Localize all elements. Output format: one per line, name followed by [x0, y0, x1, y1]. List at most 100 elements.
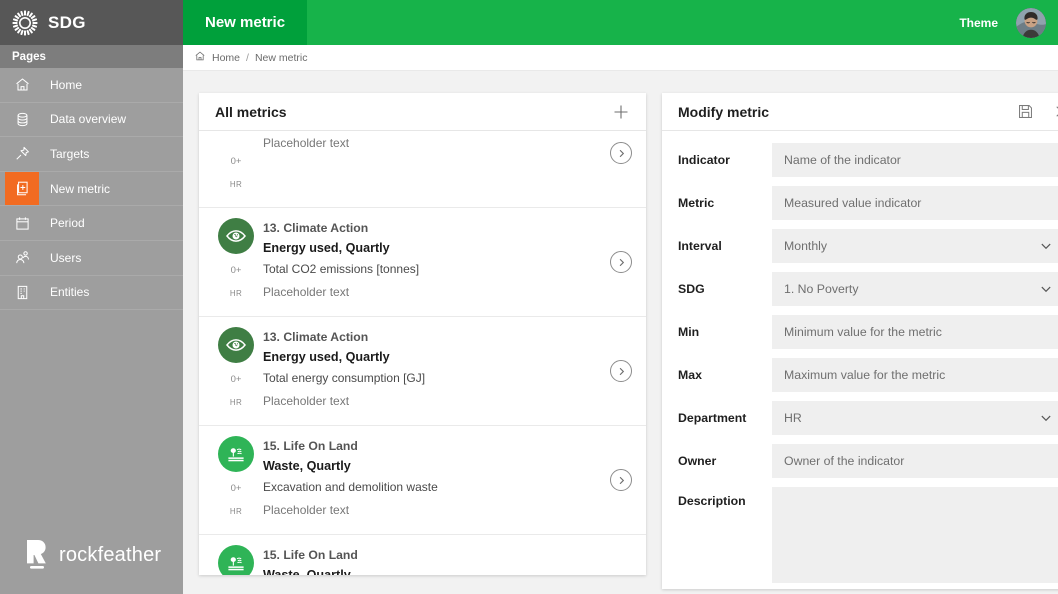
chevron-right-icon[interactable]: [610, 469, 632, 491]
all-metrics-panel: All metrics 0+ HR Placeholder text 0+ HR…: [199, 93, 646, 575]
metric-goal: 15. Life On Land: [263, 439, 358, 453]
metric-measure: Excavation and demolition waste: [263, 480, 438, 494]
interval-value: Monthly: [784, 239, 828, 253]
life-on-land-icon: [218, 436, 254, 472]
tab-new-metric[interactable]: New metric: [183, 0, 308, 45]
sidebar-item-data-overview[interactable]: Data overview: [0, 103, 183, 138]
sidebar-item-label: Entities: [50, 285, 90, 300]
indicator-field[interactable]: Name of the indicator: [772, 143, 1058, 177]
theme-button[interactable]: Theme: [959, 16, 998, 30]
database-icon: [5, 103, 39, 137]
life-on-land-icon: [218, 545, 254, 575]
brand-title: SDG: [48, 12, 86, 32]
metric-department-tag: HR: [229, 180, 243, 189]
sidebar-item-label: Data overview: [50, 112, 127, 127]
sidebar-item-home[interactable]: Home: [0, 68, 183, 103]
breadcrumb-current: New metric: [254, 51, 308, 64]
sdg-logo-icon: [12, 10, 38, 36]
sidebar-item-period[interactable]: Period: [0, 206, 183, 241]
metric-body: 15. Life On Land Waste, Quartly Excavati…: [259, 436, 610, 522]
metric-card[interactable]: 0+ HR 13. Climate Action Energy used, Qu…: [199, 208, 646, 317]
metric-value-tag: 0+: [230, 483, 242, 494]
sidebar-item-new-metric[interactable]: New metric: [0, 171, 183, 207]
rockfeather-wordmark: rockfeather: [59, 543, 162, 566]
sidebar-item-label: Home: [50, 77, 83, 92]
close-icon[interactable]: [1050, 101, 1058, 123]
metric-placeholder: Placeholder text: [263, 285, 350, 299]
metric-field[interactable]: Measured value indicator: [772, 186, 1058, 220]
field-row-sdg: SDG 1. No Poverty: [678, 272, 1058, 306]
description-field[interactable]: [772, 487, 1058, 583]
metric-department-tag: HR: [229, 507, 243, 516]
max-label: Max: [678, 368, 702, 382]
save-icon[interactable]: [1014, 101, 1036, 123]
metric-card[interactable]: 0+ HR 15. Life On Land Waste, Quartly Ex…: [199, 426, 646, 535]
climate-action-icon: [218, 218, 254, 254]
topbar-right-actions: Theme: [959, 7, 1058, 38]
sidebar-item-label: Targets: [50, 146, 90, 161]
breadcrumb-separator: /: [246, 51, 249, 64]
metric-placeholder: Placeholder text: [263, 136, 350, 150]
metric-value-tag: 0+: [230, 156, 242, 167]
metric-measure: Total energy consumption [GJ]: [263, 371, 426, 385]
field-row-description: Description: [678, 487, 1058, 583]
metric-body: 13. Climate Action Energy used, Quartly …: [259, 218, 610, 304]
sdg-label: SDG: [678, 282, 705, 296]
chevron-down-icon: [1038, 238, 1054, 254]
metric-card[interactable]: 0+ HR 13. Climate Action Energy used, Qu…: [199, 317, 646, 426]
min-field[interactable]: Minimum value for the metric: [772, 315, 1058, 349]
climate-action-icon: [218, 327, 254, 363]
description-label: Description: [678, 494, 746, 508]
field-row-indicator: Indicator Name of the indicator: [678, 143, 1058, 177]
owner-label: Owner: [678, 454, 717, 468]
metric-label: Metric: [678, 196, 715, 210]
metric-icon-column: 0+ HR: [213, 436, 259, 524]
all-metrics-actions: [610, 101, 632, 123]
field-row-interval: Interval Monthly: [678, 229, 1058, 263]
metric-value-tag: 0+: [230, 374, 242, 385]
metric-card[interactable]: 0+ HR Sustainable Timber - Not certified…: [199, 131, 646, 208]
add-document-icon: [5, 171, 39, 206]
calendar-icon: [5, 206, 39, 240]
metric-name: Energy used, Quartly: [263, 241, 390, 255]
breadcrumb-home[interactable]: Home: [212, 52, 240, 64]
rockfeather-mark-icon: [24, 538, 50, 572]
sidebar-item-users[interactable]: Users: [0, 241, 183, 276]
metric-list[interactable]: 0+ HR Sustainable Timber - Not certified…: [199, 131, 646, 575]
metric-body: Sustainable Timber - Not certified Place…: [259, 131, 610, 155]
metric-icon-column: 0+ HR: [213, 545, 259, 575]
interval-select[interactable]: Monthly: [772, 229, 1058, 263]
owner-field[interactable]: Owner of the indicator: [772, 444, 1058, 478]
metric-department-tag: HR: [229, 398, 243, 407]
metric-placeholder: Placeholder text: [263, 394, 350, 408]
home-icon: [5, 68, 39, 102]
add-metric-button[interactable]: [610, 101, 632, 123]
sidebar-item-entities[interactable]: Entities: [0, 276, 183, 311]
department-value: HR: [784, 411, 802, 425]
avatar[interactable]: [1016, 7, 1046, 38]
field-row-department: Department HR: [678, 401, 1058, 435]
app-root: SDG Pages Home Data overview Targets New…: [0, 0, 1058, 594]
metric-goal: 13. Climate Action: [263, 330, 369, 344]
chevron-right-icon[interactable]: [610, 251, 632, 273]
sidebar-item-targets[interactable]: Targets: [0, 137, 183, 172]
sidebar-item-label: New metric: [50, 181, 111, 196]
chevron-right-icon[interactable]: [610, 142, 632, 164]
chevron-right-icon[interactable]: [610, 360, 632, 382]
metric-measure: Total CO2 emissions [tonnes]: [263, 262, 420, 276]
metric-name: Waste, Quartly: [263, 459, 351, 473]
max-field[interactable]: Maximum value for the metric: [772, 358, 1058, 392]
department-label: Department: [678, 411, 747, 425]
top-header-bar: New metric Theme: [183, 0, 1058, 45]
metric-name: Waste, Quartly: [263, 568, 351, 575]
field-row-owner: Owner Owner of the indicator: [678, 444, 1058, 478]
sidebar: SDG Pages Home Data overview Targets New…: [0, 0, 183, 594]
panel-title: All metrics: [215, 103, 287, 120]
sidebar-nav: Home Data overview Targets New metric Pe…: [0, 68, 183, 311]
sdg-select[interactable]: 1. No Poverty: [772, 272, 1058, 306]
metric-goal: 13. Climate Action: [263, 221, 369, 235]
modify-metric-panel: Modify metric Indicator Name of the indi…: [662, 93, 1058, 589]
department-select[interactable]: HR: [772, 401, 1058, 435]
metric-card[interactable]: 0+ HR 15. Life On Land Waste, Quartly Co…: [199, 535, 646, 575]
